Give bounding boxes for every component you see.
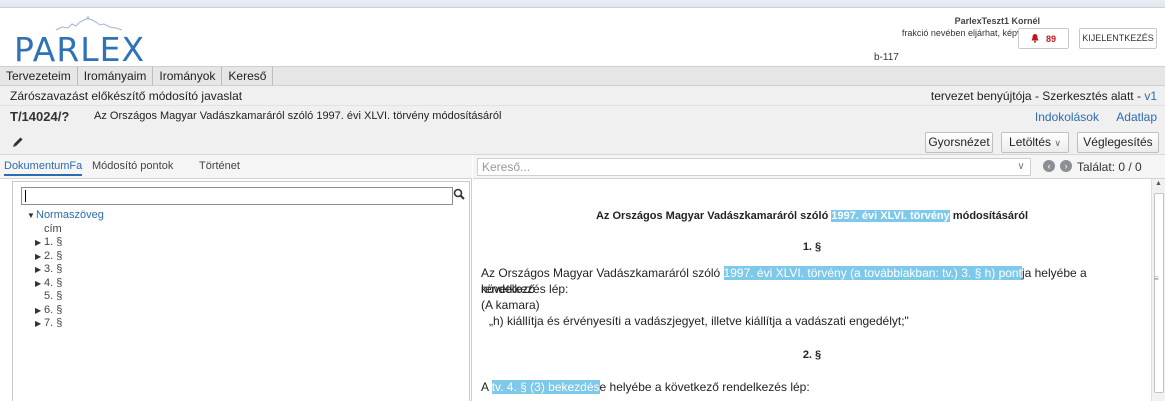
document-tree: ▼Normaszöveg cím ▶ 1. § ▶ 2. § ▶ 3. § ▶ 4. §…	[27, 209, 104, 331]
finalize-button[interactable]: Véglegesítés	[1077, 132, 1159, 153]
tree-node[interactable]: ▶ 7. §	[27, 317, 104, 331]
caret-right-icon: ▶	[35, 251, 42, 261]
chevron-down-icon: ∨	[1054, 138, 1061, 148]
user-info: ParlexTeszt1 Kornél frakció nevében eljá…	[874, 14, 1040, 66]
app-header: PARLEX ParlexTeszt1 Kornél frakció nevéb…	[0, 8, 1165, 69]
tab-dokumentumfa[interactable]: DokumentumFa	[4, 160, 83, 176]
version-link[interactable]: v1	[1144, 89, 1157, 103]
menu-item-tervezeteim[interactable]: Tervezeteim	[0, 67, 78, 85]
logout-button[interactable]: KIJELENTKEZÉS	[1079, 28, 1157, 49]
notification-count: 89	[1046, 34, 1057, 44]
indokolasok-link[interactable]: Indokolások	[1035, 110, 1099, 124]
tree-node-label: 6. §	[44, 303, 63, 316]
tree-node-label: 4. §	[44, 276, 63, 289]
tree-node-label: 2. §	[44, 249, 63, 262]
search-highlight: tv. 4. § (3) bekezdés	[491, 380, 600, 394]
tree-node[interactable]: ▶ 6. §	[27, 304, 104, 318]
search-highlight: 1997. évi XLVI. törvény	[831, 210, 950, 222]
document-type: Zárószavazást előkészítő módosító javasl…	[10, 89, 243, 103]
paragraph: A tv. 4. § (3) bekezdése helyébe a követ…	[481, 380, 810, 394]
caret-right-icon: ▶	[35, 278, 42, 288]
menu-item-iromanyaim[interactable]: Irományaim	[78, 67, 154, 85]
pencil-icon[interactable]	[12, 136, 24, 148]
preview-button[interactable]: Gyorsnézet	[925, 132, 993, 153]
left-panel-tabs: DokumentumFa Módosító pontok Történet	[0, 155, 472, 179]
hit-counter: Találat: 0 / 0	[1077, 160, 1142, 174]
tree-node[interactable]: ▶ 2. §	[27, 250, 104, 264]
download-dropdown[interactable]: Letöltés ∨	[1001, 132, 1069, 153]
document-search-bar: Kereső... ∨ ‹ › Találat: 0 / 0	[473, 155, 1165, 179]
tree-node[interactable]: ▶ 4. §	[27, 277, 104, 291]
user-name: ParlexTeszt1 Kornél	[954, 16, 1040, 26]
search-icon[interactable]	[453, 188, 466, 201]
paragraph-line: (A kamara)	[481, 298, 540, 312]
tab-modosito-pontok[interactable]: Módosító pontok	[92, 160, 173, 172]
next-hit-icon[interactable]: ›	[1060, 160, 1072, 172]
document-scrollbar[interactable]: ▲ ≡	[1151, 179, 1165, 401]
document-type-row: Zárószavazást előkészítő módosító javasl…	[0, 86, 1165, 106]
previous-hit-icon[interactable]: ‹	[1043, 160, 1055, 172]
status-text: tervezet benyújtója - Szerkesztés alatt …	[930, 89, 1145, 103]
tree-node-label: 1. §	[44, 236, 63, 248]
tree-node-label: 5. §	[44, 290, 63, 302]
tab-tortenet[interactable]: Történet	[199, 160, 240, 172]
tree-node[interactable]: cím	[27, 223, 104, 237]
document-heading: Az Országos Magyar Vadászkamaráról szóló…	[595, 210, 1029, 222]
document-search-input[interactable]: Kereső...	[477, 158, 1031, 176]
document-view-panel: Kereső... ∨ ‹ › Találat: 0 / 0 Az Ország…	[473, 155, 1165, 401]
main-menu: Tervezeteim Irományaim Irományok Kereső	[0, 66, 1165, 86]
document-id: T/14024/?	[10, 109, 70, 124]
caret-right-icon: ▶	[35, 305, 42, 315]
tree-node-label: cím	[44, 222, 62, 235]
tree-search-input[interactable]	[21, 187, 453, 205]
caret-down-icon: ▼	[27, 211, 35, 220]
menu-item-iromanyok[interactable]: Irományok	[153, 67, 223, 85]
grip-icon: ≡	[1154, 274, 1159, 283]
logo-text: PARLEX	[14, 30, 146, 69]
scroll-up-icon[interactable]: ▲	[1155, 180, 1162, 187]
tree-node[interactable]: ▶ 3. §	[27, 263, 104, 277]
menu-item-kereso[interactable]: Kereső	[222, 67, 274, 85]
paragraph-line: rendelkezés lép:	[481, 282, 569, 296]
toolbar: Gyorsnézet Letöltés ∨ Véglegesítés	[0, 127, 1165, 155]
download-label: Letöltés	[1009, 135, 1052, 149]
document-links: Indokolások Adatlap	[1021, 110, 1157, 124]
tree-node-root[interactable]: ▼Normaszöveg	[27, 209, 104, 223]
document-status: tervezet benyújtója - Szerkesztés alatt …	[931, 89, 1157, 103]
adatlap-link[interactable]: Adatlap	[1116, 110, 1157, 124]
document-tree-panel: DokumentumFa Módosító pontok Történet ▼N…	[0, 155, 472, 401]
caret-right-icon: ▶	[35, 238, 42, 247]
section-heading: 2. §	[802, 349, 822, 361]
document-title-row: T/14024/? Az Országos Magyar Vadászkamar…	[0, 106, 1165, 127]
document-title: Az Országos Magyar Vadászkamaráról szóló…	[94, 110, 502, 122]
tree-container: ▼Normaszöveg cím ▶ 1. § ▶ 2. § ▶ 3. § ▶ 4. §…	[12, 181, 470, 401]
caret-right-icon: ▶	[35, 319, 42, 328]
section-heading: 1. §	[802, 241, 822, 253]
scroll-thumb[interactable]	[1154, 193, 1164, 393]
chevron-down-icon[interactable]: ∨	[1011, 158, 1031, 176]
search-highlight: 1997. évi XLVI. törvény (a továbbiakban:…	[723, 266, 1022, 280]
paragraph-line: „h) kiállítja és érvényesíti a vadászjeg…	[489, 314, 909, 328]
tree-node-label: 3. §	[44, 263, 63, 275]
caret-right-icon: ▶	[35, 265, 42, 274]
user-room: b-117	[874, 52, 899, 63]
tree-node-label: 7. §	[44, 317, 63, 329]
document-content: Az Országos Magyar Vadászkamaráról szóló…	[473, 179, 1151, 401]
top-accent-bar	[0, 0, 1165, 8]
notifications-button[interactable]: 89	[1018, 28, 1069, 49]
parlex-logo[interactable]: PARLEX	[14, 16, 174, 70]
tree-root-label: Normaszöveg	[36, 209, 104, 221]
bell-icon	[1031, 34, 1039, 43]
tree-node[interactable]: 5. §	[27, 290, 104, 304]
tree-node[interactable]: ▶ 1. §	[27, 236, 104, 250]
